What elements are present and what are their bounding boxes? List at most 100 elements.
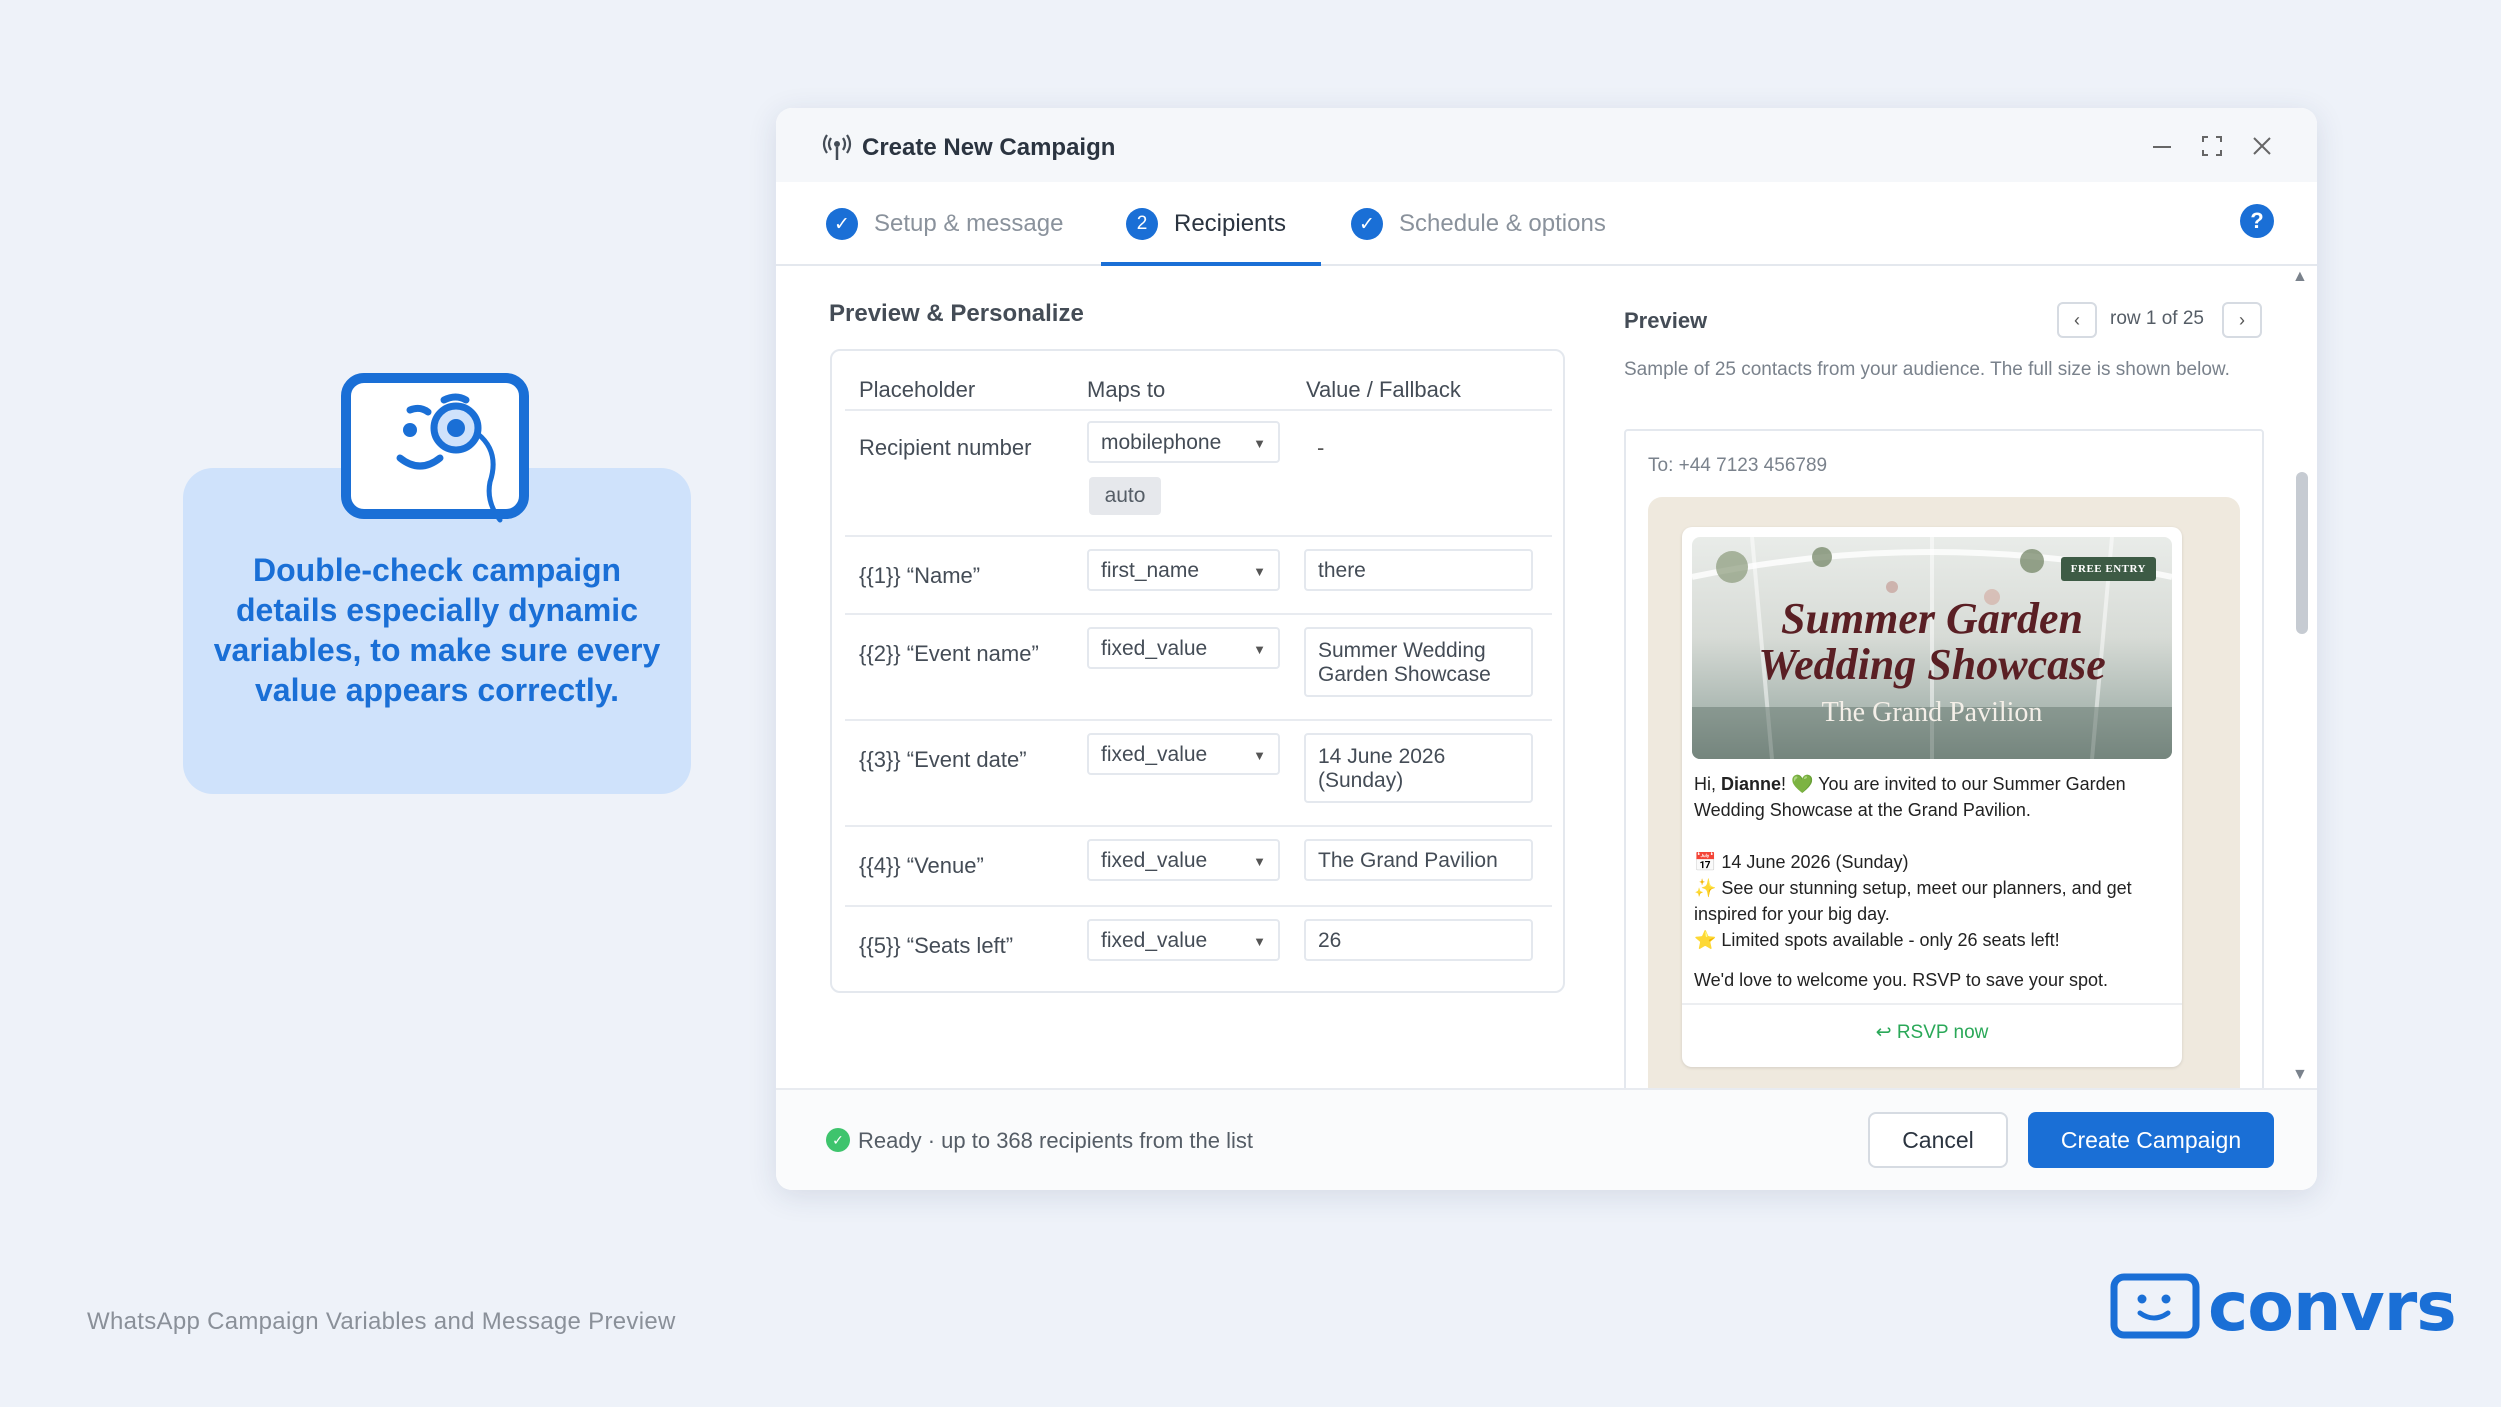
select-value: fixed_value: [1101, 849, 1208, 872]
free-entry-badge: FREE ENTRY: [2060, 557, 2156, 581]
message-bubble: FREE ENTRY Summer Garden Wedding Showcas…: [1682, 527, 2182, 1067]
maps-to-select[interactable]: fixed_value ▼: [1087, 733, 1280, 775]
maps-to-select[interactable]: first_name ▼: [1087, 549, 1280, 591]
column-header: Placeholder: [859, 377, 976, 402]
create-campaign-modal: Create New Campaign ✓ Setup & message 2 …: [776, 108, 2317, 1190]
maps-to-select[interactable]: mobilephone ▼: [1087, 421, 1280, 463]
brand-name: convrs: [2208, 1268, 2457, 1347]
message-spots: ⭐ Limited spots available - only 26 seat…: [1694, 930, 2060, 950]
chevron-down-icon: ▼: [1253, 642, 1266, 657]
mascot-monocle-icon: [340, 372, 544, 537]
modal-titlebar: Create New Campaign: [776, 108, 2317, 182]
ready-check-icon: ✓: [826, 1128, 850, 1152]
modal-title: Create New Campaign: [862, 134, 1116, 161]
check-icon: ✓: [1351, 208, 1383, 240]
select-value: mobilephone: [1101, 431, 1222, 454]
banner-title: Summer Garden: [1781, 594, 2083, 643]
row-divider: [845, 825, 1552, 827]
close-icon[interactable]: [2250, 134, 2274, 158]
bubble-divider: [1682, 1003, 2182, 1005]
banner-title: Wedding Showcase: [1758, 640, 2106, 689]
check-icon: ✓: [826, 208, 858, 240]
chevron-down-icon: ▼: [1253, 436, 1266, 451]
placeholder-label: {{1}} “Name”: [859, 563, 981, 588]
maps-to-select[interactable]: fixed_value ▼: [1087, 839, 1280, 881]
step-schedule[interactable]: ✓ Schedule & options: [1351, 182, 1606, 266]
greeting-prefix: Hi,: [1694, 774, 1721, 794]
chevron-down-icon: ▼: [1253, 854, 1266, 869]
placeholder-label: {{2}} “Event name”: [859, 641, 1039, 666]
preview-description: Sample of 25 contacts from your audience…: [1624, 359, 2230, 380]
row-divider: [845, 905, 1552, 907]
value-input[interactable]: The Grand Pavilion: [1304, 839, 1533, 881]
value-input[interactable]: 26: [1304, 919, 1533, 961]
help-icon[interactable]: ?: [2240, 204, 2274, 238]
step-number: 2: [1126, 208, 1158, 240]
value-input[interactable]: there: [1304, 549, 1533, 591]
step-setup[interactable]: ✓ Setup & message: [826, 182, 1063, 266]
select-value: fixed_value: [1101, 637, 1208, 660]
maps-to-select[interactable]: fixed_value ▼: [1087, 919, 1280, 961]
step-recipients[interactable]: 2 Recipients: [1126, 182, 1286, 266]
broadcast-icon: [822, 132, 852, 167]
message-date: 📅 14 June 2026 (Sunday): [1694, 852, 1909, 872]
message-setup: ✨ See our stunning setup, meet our plann…: [1694, 878, 2132, 924]
tip-text: Double-check campaign details especially…: [213, 552, 661, 708]
value-input[interactable]: Summer Wedding Garden Showcase: [1304, 627, 1533, 697]
maps-to-select[interactable]: fixed_value ▼: [1087, 627, 1280, 669]
preview-title: Preview: [1624, 308, 1708, 333]
active-step-indicator: [1101, 262, 1321, 266]
create-campaign-button[interactable]: Create Campaign: [2028, 1112, 2274, 1168]
scroll-up-arrow[interactable]: ▲: [2292, 268, 2308, 286]
placeholder-label: Recipient number: [859, 435, 1032, 460]
banner-subtitle: The Grand Pavilion: [1821, 697, 2043, 728]
variables-table: Placeholder Maps to Value / Fallback Rec…: [830, 349, 1565, 993]
modal-footer: ✓ Ready · up to 368 recipients from the …: [776, 1088, 2317, 1190]
scrollbar-thumb[interactable]: [2296, 472, 2308, 634]
preview-recipient: To: +44 7123 456789: [1648, 455, 1828, 476]
recipient-name: Dianne: [1721, 774, 1782, 794]
message-closing: We'd love to welcome you. RSVP to save y…: [1694, 970, 2108, 990]
step-label: Recipients: [1174, 210, 1287, 237]
chat-background: FREE ENTRY Summer Garden Wedding Showcas…: [1648, 497, 2240, 1107]
value-empty: -: [1317, 435, 1325, 460]
row-divider: [845, 409, 1552, 411]
value-input[interactable]: 14 June 2026 (Sunday): [1304, 733, 1533, 803]
select-value: first_name: [1101, 559, 1200, 582]
chevron-down-icon: ▼: [1253, 564, 1266, 579]
section-title: Preview & Personalize: [829, 300, 1084, 327]
rsvp-button[interactable]: ↩ RSVP now: [1682, 1021, 2182, 1044]
step-label: Setup & message: [874, 210, 1064, 237]
convrs-logo-icon: [2110, 1273, 2200, 1338]
rsvp-label: RSVP now: [1896, 1022, 1989, 1043]
preview-frame: To: +44 7123 456789 FREE ENTRY Summer Ga…: [1624, 429, 2264, 1109]
reply-icon: ↩: [1875, 1022, 1897, 1043]
column-header: Value / Fallback: [1306, 377, 1461, 402]
placeholder-label: {{5}} “Seats left”: [859, 933, 1014, 958]
next-row-button[interactable]: ›: [2222, 302, 2262, 338]
status-text: Ready · up to 368 recipients from the li…: [858, 1128, 1253, 1153]
scroll-down-arrow[interactable]: ▼: [2292, 1066, 2308, 1084]
chevron-down-icon: ▼: [1253, 934, 1266, 949]
brand-logo: convrs: [2110, 1268, 2457, 1347]
prev-row-button[interactable]: ‹: [2057, 302, 2097, 338]
pager-label: row 1 of 25: [2110, 308, 2204, 329]
chevron-right-icon: ›: [2239, 309, 2245, 330]
select-value: fixed_value: [1101, 743, 1208, 766]
row-divider: [845, 719, 1552, 721]
placeholder-label: {{3}} “Event date”: [859, 747, 1027, 772]
maximize-icon[interactable]: [2200, 134, 2224, 158]
stepper: ✓ Setup & message 2 Recipients ✓ Schedul…: [776, 182, 2317, 266]
message-greeting: Hi, Dianne! 💚 You are invited to our Sum…: [1694, 771, 2174, 823]
chevron-down-icon: ▼: [1253, 748, 1266, 763]
select-value: fixed_value: [1101, 929, 1208, 952]
column-header: Maps to: [1087, 377, 1166, 402]
minimize-icon[interactable]: [2150, 134, 2174, 158]
placeholder-label: {{4}} “Venue”: [859, 853, 984, 878]
row-divider: [845, 613, 1552, 615]
cancel-button[interactable]: Cancel: [1868, 1112, 2008, 1168]
auto-chip: auto: [1089, 477, 1161, 515]
chevron-left-icon: ‹: [2074, 309, 2080, 330]
footer-caption: WhatsApp Campaign Variables and Message …: [87, 1308, 676, 1335]
step-label: Schedule & options: [1399, 210, 1606, 237]
